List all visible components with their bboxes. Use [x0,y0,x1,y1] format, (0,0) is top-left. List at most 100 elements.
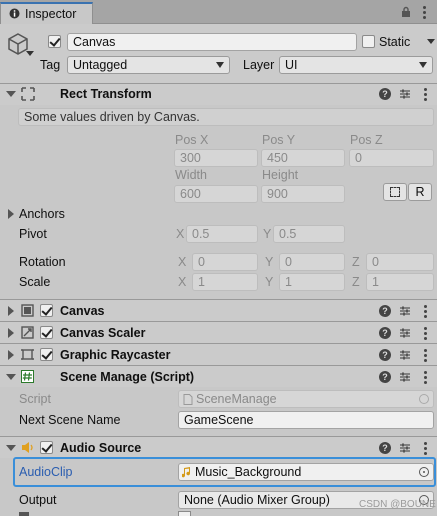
pivot-x-axis: X [176,227,185,241]
rotation-y-field[interactable]: 0 [279,253,345,271]
active-checkbox[interactable] [48,35,61,48]
raw-edit-button[interactable]: R [408,183,432,201]
scale-label: Scale [19,275,51,289]
scene-manage-header[interactable]: Scene Manage (Script) ? [0,365,437,387]
scale-z-field[interactable]: 1 [366,273,434,291]
help-icon[interactable]: ? [379,442,391,454]
canvas-scaler-enabled-checkbox[interactable] [40,326,53,339]
pos-z-field[interactable]: 0 [349,149,434,167]
pivot-y-field[interactable]: 0.5 [273,225,345,243]
width-label: Width [175,168,207,182]
script-file-icon [183,394,193,405]
next-scene-label: Next Scene Name [19,413,121,427]
script-field: SceneManage [178,390,434,408]
canvas-enabled-checkbox[interactable] [40,304,53,317]
canvas-scaler-header[interactable]: Canvas Scaler ? [0,321,437,343]
object-name-field[interactable]: Canvas [67,33,357,51]
presets-icon[interactable] [399,371,411,383]
object-header: Canvas Static Tag Untagged Layer UI [0,24,437,84]
output-label: Output [19,493,57,507]
graphic-raycaster-icon [21,349,34,360]
canvas-component-header[interactable]: Canvas ? [0,299,437,321]
presets-icon[interactable] [399,327,411,339]
tab-bar: Inspector [0,0,437,24]
layer-value: UI [285,58,298,72]
help-icon[interactable]: ? [379,327,391,339]
help-icon[interactable]: ? [379,371,391,383]
presets-icon[interactable] [399,305,411,317]
rotation-x-axis: X [178,255,187,269]
foldout-open-icon[interactable] [6,91,16,97]
presets-icon[interactable] [399,88,411,100]
icon-dropdown-arrow[interactable] [26,51,34,56]
canvas-scaler-title: Canvas Scaler [60,326,146,340]
lock-icon[interactable] [401,6,411,18]
audio-source-enabled-checkbox[interactable] [40,441,53,454]
rotation-x-field[interactable]: 0 [192,253,258,271]
graphic-raycaster-enabled-checkbox[interactable] [40,348,53,361]
anchors-label[interactable]: Anchors [19,206,65,222]
next-row-checkbox[interactable] [178,511,191,516]
rect-transform-header[interactable]: Rect Transform ? [0,83,437,105]
tab-menu-icon[interactable] [423,6,427,19]
scale-x-field[interactable]: 1 [192,273,258,291]
script-value: SceneManage [196,392,277,406]
component-menu-icon[interactable] [424,305,428,318]
pos-x-field[interactable]: 300 [174,149,258,167]
info-icon [9,8,20,19]
pos-z-label: Pos Z [350,133,383,147]
graphic-raycaster-title: Graphic Raycaster [60,348,171,362]
pivot-label: Pivot [19,227,47,241]
anchors-foldout-icon[interactable] [8,209,14,219]
foldout-open-icon[interactable] [6,374,16,380]
script-label: Script [19,392,51,406]
audio-source-header[interactable]: Audio Source ? [0,436,437,458]
audioclip-value: Music_Background [195,465,302,479]
blueprint-mode-button[interactable] [383,183,407,201]
foldout-open-icon[interactable] [6,445,16,451]
audioclip-field[interactable]: Music_Background [178,463,434,481]
presets-icon[interactable] [399,349,411,361]
component-menu-icon[interactable] [424,327,428,340]
rotation-z-field[interactable]: 0 [366,253,434,271]
component-menu-icon[interactable] [424,88,428,101]
canvas-icon [21,304,34,317]
component-menu-icon[interactable] [424,442,428,455]
pos-y-field[interactable]: 450 [261,149,345,167]
static-checkbox[interactable] [362,35,375,48]
static-dropdown-arrow[interactable] [427,39,435,44]
scale-y-axis: Y [265,275,274,289]
component-menu-icon[interactable] [424,349,428,362]
scale-x-axis: X [178,275,187,289]
static-label: Static [379,35,411,49]
height-label: Height [262,168,299,182]
output-value: None (Audio Mixer Group) [184,493,330,507]
pos-x-label: Pos X [175,133,209,147]
height-field[interactable]: 900 [261,185,345,203]
pos-y-label: Pos Y [262,133,296,147]
scale-y-field[interactable]: 1 [279,273,345,291]
object-picker-icon[interactable] [419,467,429,477]
graphic-raycaster-header[interactable]: Graphic Raycaster ? [0,343,437,365]
width-field[interactable]: 600 [174,185,258,203]
audio-source-title: Audio Source [60,441,142,455]
help-icon[interactable]: ? [379,349,391,361]
tab-inspector[interactable]: Inspector [0,2,93,24]
canvas-scaler-icon [21,326,34,339]
canvas-component-title: Canvas [60,304,105,318]
tag-dropdown[interactable]: Untagged [67,56,230,74]
foldout-closed-icon[interactable] [8,306,14,316]
rect-transform-title: Rect Transform [60,87,152,101]
foldout-closed-icon[interactable] [8,328,14,338]
presets-icon[interactable] [399,442,411,454]
layer-dropdown[interactable]: UI [279,56,433,74]
foldout-closed-icon[interactable] [8,350,14,360]
help-icon[interactable]: ? [379,88,391,100]
rotation-z-axis: Z [352,255,360,269]
next-scene-field[interactable]: GameScene [178,411,434,429]
pivot-x-field[interactable]: 0.5 [186,225,258,243]
component-menu-icon[interactable] [424,371,428,384]
help-icon[interactable]: ? [379,305,391,317]
script-icon [21,370,34,383]
rotation-label: Rotation [19,255,66,269]
